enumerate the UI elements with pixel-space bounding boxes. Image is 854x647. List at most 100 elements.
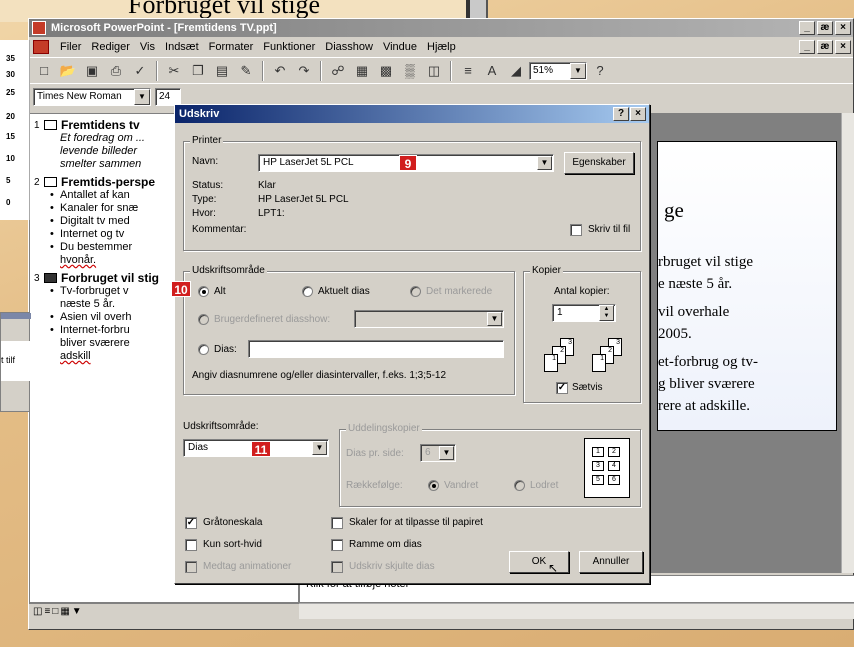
document-icon[interactable] xyxy=(33,40,49,54)
spelling-icon[interactable]: ✓ xyxy=(129,60,151,82)
menu-rediger[interactable]: Rediger xyxy=(86,41,135,53)
chevron-down-icon: ▼ xyxy=(134,88,150,105)
comment-label: Kommentar: xyxy=(192,224,247,235)
sorter-view-icon[interactable]: ▦ xyxy=(60,606,69,617)
properties-button[interactable]: Egenskaber xyxy=(564,152,634,174)
scale-to-fit-checkbox[interactable] xyxy=(331,517,343,529)
close-button[interactable]: × xyxy=(835,21,851,35)
save-icon[interactable]: ▣ xyxy=(81,60,103,82)
range-hint: Angiv diasnumrene og/eller diasintervall… xyxy=(192,370,447,381)
menu-diasshow[interactable]: Diasshow xyxy=(320,41,378,53)
doc-minimize-button[interactable]: _ xyxy=(799,40,815,54)
menu-vindue[interactable]: Vindue xyxy=(378,41,422,53)
slides-input[interactable] xyxy=(248,340,504,358)
range-current-radio[interactable] xyxy=(302,286,313,297)
grayscale-checkbox[interactable]: ✓ xyxy=(185,517,197,529)
paste-icon[interactable]: ▤ xyxy=(211,60,233,82)
normal-view-icon[interactable]: ◫ xyxy=(33,606,42,617)
chevron-down-icon: ▼ xyxy=(312,441,327,455)
horizontal-scrollbar[interactable] xyxy=(299,603,854,619)
pure-bw-checkbox[interactable] xyxy=(185,539,197,551)
powerpoint-icon xyxy=(32,21,46,35)
new-icon[interactable]: □ xyxy=(33,60,55,82)
handouts-group: Uddelingskopier Dias pr. side: 6 ▼ Række… xyxy=(339,423,641,507)
open-icon[interactable]: 📂 xyxy=(57,60,79,82)
slide-pane[interactable]: ge rbruget vil stige e næste 5 år. vil o… xyxy=(649,113,854,573)
printer-name-label: Navn: xyxy=(192,156,219,167)
cut-icon[interactable]: ✂ xyxy=(163,60,185,82)
frame-slides-checkbox[interactable] xyxy=(331,539,343,551)
range-slides-radio[interactable] xyxy=(198,344,209,355)
printer-name-value: HP LaserJet 5L PCL xyxy=(263,157,354,168)
dialog-title: Udskriv xyxy=(179,108,220,120)
scale-to-fit-label: Skaler for at tilpasse til papiret xyxy=(349,517,483,528)
menu-hjaelp[interactable]: Hjælp xyxy=(422,41,461,53)
undo-icon[interactable]: ↶ xyxy=(269,60,291,82)
dialog-close-button[interactable]: × xyxy=(630,107,646,121)
format-painter-icon[interactable]: ✎ xyxy=(235,60,257,82)
toolbar-separator xyxy=(156,60,158,81)
print-icon[interactable]: ⎙ xyxy=(105,60,127,82)
font-name-select[interactable]: Times New Roman ▼ xyxy=(33,87,151,106)
slide-text-line: e næste 5 år. xyxy=(658,276,733,292)
type-label: Type: xyxy=(192,194,217,205)
font-size-select[interactable]: 24 xyxy=(155,87,181,106)
copy-icon[interactable]: ❐ xyxy=(187,60,209,82)
custom-show-select[interactable]: ▼ xyxy=(354,310,504,328)
copies-count-label: Antal kopier: xyxy=(554,286,610,297)
hyperlink-icon[interactable]: ☍ xyxy=(327,60,349,82)
hidden-slides-checkbox[interactable] xyxy=(331,561,343,573)
slide-canvas[interactable]: ge rbruget vil stige e næste 5 år. vil o… xyxy=(657,141,837,431)
menu-formater[interactable]: Formater xyxy=(204,41,259,53)
minimize-button[interactable]: _ xyxy=(799,21,815,35)
collate-checkbox[interactable]: ✓ xyxy=(556,382,568,394)
order-horizontal-radio[interactable] xyxy=(428,480,439,491)
tables-borders-icon[interactable]: ▦ xyxy=(351,60,373,82)
insert-table-icon[interactable]: ▩ xyxy=(375,60,397,82)
menu-filer[interactable]: Filer xyxy=(55,41,86,53)
new-slide-icon[interactable]: ◫ xyxy=(423,60,445,82)
outline-view-icon[interactable]: ≡ xyxy=(44,606,50,617)
menu-vis[interactable]: Vis xyxy=(135,41,160,53)
cancel-button[interactable]: Annuller xyxy=(579,551,643,573)
hidden-slides-label: Udskriv skjulte dias xyxy=(349,561,435,572)
step-marker-10: 10 xyxy=(171,281,191,297)
expand-all-icon[interactable]: ≡ xyxy=(457,60,479,82)
show-formatting-icon[interactable]: A xyxy=(481,60,503,82)
print-what-label: Udskriftsområde: xyxy=(183,421,259,432)
toolbar-separator xyxy=(320,60,322,81)
slide-text-line: rbruget vil stige xyxy=(658,254,753,270)
animations-checkbox[interactable] xyxy=(185,561,197,573)
help-button[interactable]: ? xyxy=(613,107,629,121)
group-label: Uddelingskopier xyxy=(346,423,422,434)
menu-funktioner[interactable]: Funktioner xyxy=(258,41,320,53)
slide-view-icon[interactable]: □ xyxy=(52,606,58,617)
doc-close-button[interactable]: × xyxy=(835,40,851,54)
vertical-scrollbar[interactable] xyxy=(841,113,854,573)
restore-button[interactable]: æ xyxy=(817,21,833,35)
print-to-file-checkbox[interactable] xyxy=(570,224,582,236)
grayscale-icon[interactable]: ◢ xyxy=(505,60,527,82)
spinner-arrows-icon[interactable]: ▲ ▼ xyxy=(599,305,614,321)
doc-restore-button[interactable]: æ xyxy=(817,40,833,54)
help-icon[interactable]: ? xyxy=(589,60,611,82)
range-custom-show-radio[interactable] xyxy=(198,314,209,325)
menu-indsaet[interactable]: Indsæt xyxy=(160,41,204,53)
redo-icon[interactable]: ↷ xyxy=(293,60,315,82)
slideshow-icon[interactable]: ▼ xyxy=(72,606,82,617)
ok-button[interactable]: OK ↖ xyxy=(509,551,569,575)
copies-group: Kopier Antal kopier: 1 ▲ ▼ 3 2 1 3 2 1 ✓ … xyxy=(523,265,641,403)
zoom-select[interactable]: 51% ▼ xyxy=(529,61,587,80)
mouse-cursor-icon: ↖ xyxy=(547,561,558,575)
range-all-radio[interactable] xyxy=(198,286,209,297)
step-marker-9: 9 xyxy=(399,155,417,171)
insert-chart-icon[interactable]: ▒ xyxy=(399,60,421,82)
range-selection-radio[interactable] xyxy=(410,286,421,297)
print-range-group: Udskriftsområde Alt Aktuelt dias Det mar… xyxy=(183,265,515,395)
per-page-select[interactable]: 6 ▼ xyxy=(420,444,456,462)
order-vertical-radio[interactable] xyxy=(514,480,525,491)
slide-text-line: rere at adskille. xyxy=(658,398,751,414)
dialog-title-bar: Udskriv ? × xyxy=(175,105,649,123)
copies-count-input[interactable]: 1 ▲ ▼ xyxy=(552,304,616,322)
standard-toolbar: □ 📂 ▣ ⎙ ✓ ✂ ❐ ▤ ✎ ↶ ↷ ☍ ▦ ▩ ▒ ◫ ≡ A ◢ 51… xyxy=(29,57,853,83)
